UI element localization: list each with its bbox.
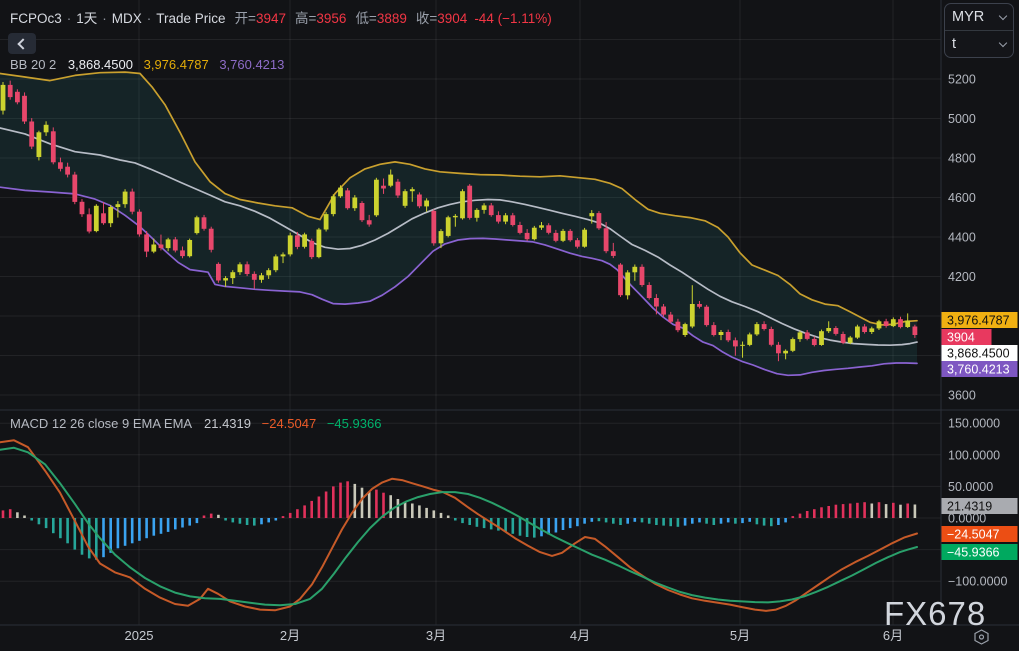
svg-text:3,868.4500: 3,868.4500 (947, 347, 1010, 361)
time-axis[interactable]: 2025 2月 3月 4月 5月 6月 (125, 628, 904, 643)
exchange-label: MDX (111, 11, 142, 26)
svg-text:4400: 4400 (948, 231, 976, 245)
macd-line-value: −24.5047 (261, 416, 317, 431)
svg-text:3,760.4213: 3,760.4213 (947, 363, 1010, 377)
svg-text:21.4319: 21.4319 (947, 500, 992, 514)
symbol-name[interactable]: FCPOc3 (10, 11, 62, 26)
trading-chart-window: 5200 5000 4800 4600 4400 4200 3600 3,976.4787 39… (0, 0, 1019, 651)
svg-text:50.0000: 50.0000 (948, 480, 993, 494)
unit-value: t (952, 36, 957, 52)
open-label: 开= (234, 11, 256, 26)
chevron-down-icon (998, 38, 1008, 47)
macd-params: 12 26 close 9 EMA EMA (51, 416, 192, 431)
separator-dot: · (66, 11, 72, 26)
macd-indicator-legend[interactable]: MACD 12 26 close 9 EMA EMA 21.4319 −24.5… (10, 416, 381, 431)
svg-text:3600: 3600 (948, 389, 976, 403)
currency-value: MYR (952, 9, 985, 25)
svg-text:2月: 2月 (280, 628, 300, 643)
svg-text:3904: 3904 (947, 331, 975, 345)
svg-text:100.0000: 100.0000 (948, 448, 1000, 462)
close-value: 3904 (437, 11, 468, 26)
chart-settings-icon[interactable] (972, 629, 991, 645)
unit-dropdown[interactable]: t (945, 30, 1013, 57)
macd-pane (0, 439, 918, 612)
bb-upper-value: 3,976.4787 (143, 57, 209, 72)
svg-text:−24.5047: −24.5047 (947, 528, 1000, 542)
bb-params: 20 2 (30, 57, 57, 72)
series-type-label: Trade Price (156, 11, 226, 26)
bb-basis-value: 3,868.4500 (67, 57, 133, 72)
svg-text:−100.0000: −100.0000 (948, 575, 1007, 589)
svg-text:−45.9366: −45.9366 (947, 546, 1000, 560)
open-value: 3947 (255, 11, 286, 26)
macd-axis[interactable]: 150.0000100.000050.00000.0000−100.000021… (941, 417, 1018, 589)
low-value: 3889 (376, 11, 407, 26)
svg-text:5000: 5000 (948, 112, 976, 126)
axis-unit-selector: MYR t (944, 3, 1014, 58)
chart-canvas[interactable]: 5200 5000 4800 4600 4400 4200 3600 3,976.4787 39… (0, 0, 1019, 651)
svg-text:4800: 4800 (948, 152, 976, 166)
bb-indicator-legend[interactable]: BB 20 2 3,868.4500 3,976.4787 3,760.4213 (10, 57, 284, 72)
svg-text:5月: 5月 (730, 628, 750, 643)
chevron-left-icon (17, 37, 29, 50)
svg-text:6月: 6月 (883, 628, 903, 643)
svg-text:4200: 4200 (948, 270, 976, 284)
high-label: 高= (295, 11, 317, 26)
svg-text:4600: 4600 (948, 191, 976, 205)
svg-text:5200: 5200 (948, 73, 976, 87)
change-value: -44 (−1.11%) (474, 11, 552, 26)
svg-text:2025: 2025 (125, 628, 154, 643)
separator-dot: · (102, 11, 107, 26)
macd-hist-value: 21.4319 (204, 416, 251, 431)
price-axis[interactable]: 5200 5000 4800 4600 4400 4200 3600 3,976.4787 39… (941, 73, 1018, 403)
close-label: 收= (415, 11, 438, 26)
svg-text:4月: 4月 (570, 628, 590, 643)
svg-text:3月: 3月 (426, 628, 446, 643)
high-value: 3956 (316, 11, 347, 26)
chevron-down-icon (998, 11, 1008, 20)
separator-dot: · (146, 11, 152, 26)
svg-text:3,976.4787: 3,976.4787 (947, 314, 1010, 328)
symbol-info-bar: FCPOc3 · 1天 · MDX · Trade Price 开=3947 高=3956 低=3… (10, 7, 552, 27)
low-label: 低= (355, 11, 377, 26)
back-button[interactable] (8, 33, 36, 54)
currency-dropdown[interactable]: MYR (945, 4, 1013, 30)
bb-name: BB (10, 57, 28, 72)
macd-name: MACD (10, 416, 49, 431)
interval-label[interactable]: 1天 (76, 11, 97, 26)
bb-lower-value: 3,760.4213 (219, 57, 285, 72)
svg-text:150.0000: 150.0000 (948, 417, 1000, 431)
macd-signal-value: −45.9366 (326, 416, 382, 431)
